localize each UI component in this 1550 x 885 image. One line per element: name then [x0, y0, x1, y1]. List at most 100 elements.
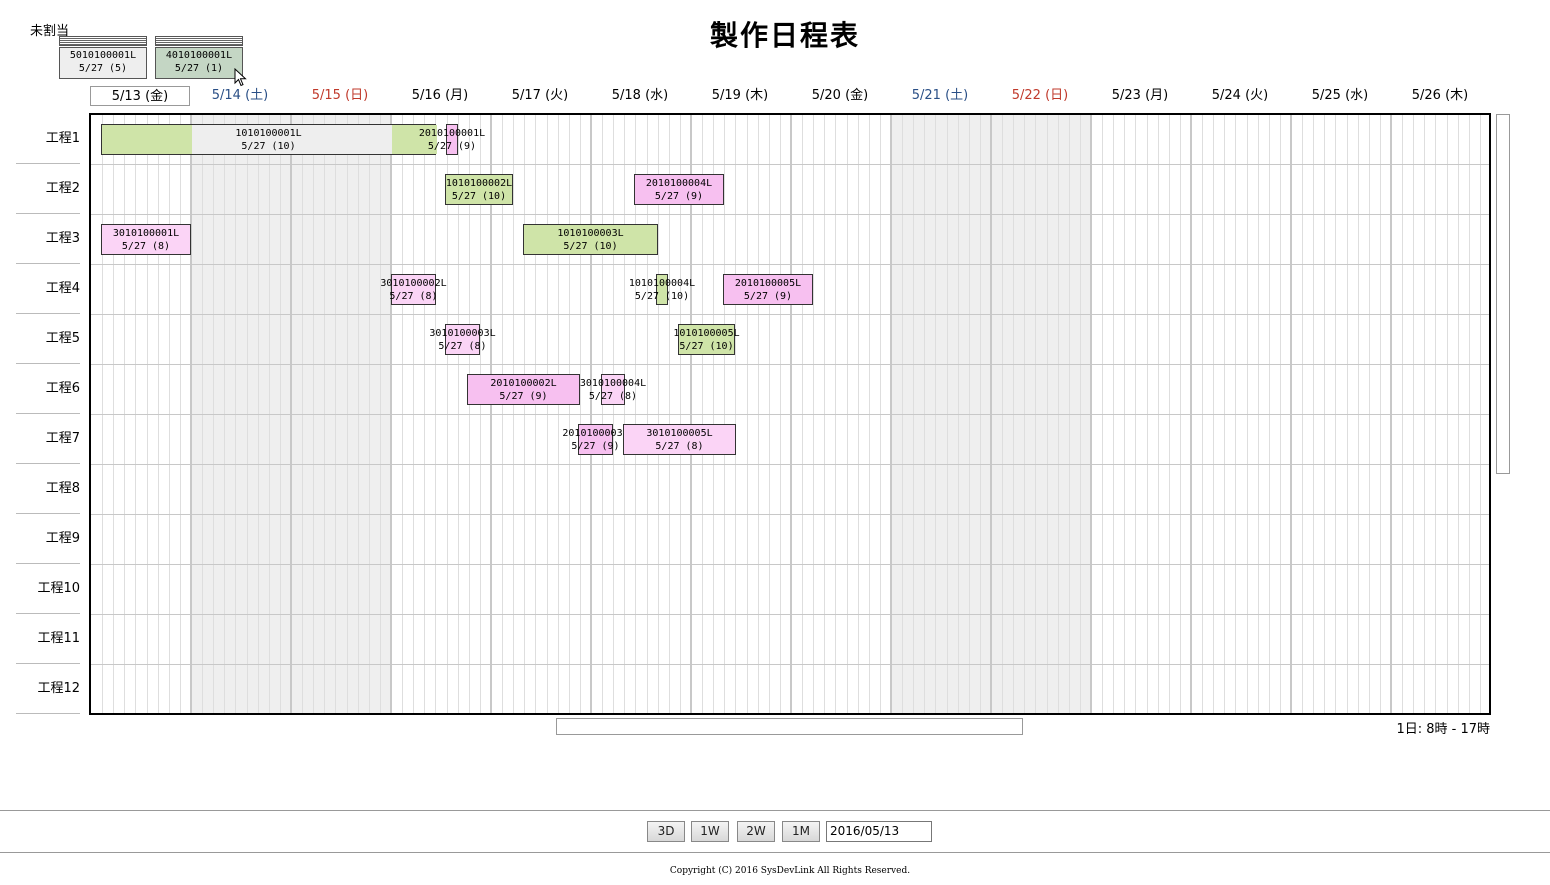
hour-gridline — [1457, 115, 1459, 713]
day-header[interactable]: 5/13 (金) — [90, 86, 190, 106]
hour-gridline — [1179, 115, 1181, 713]
job-due-date: 5/27 (9) — [571, 441, 620, 452]
hour-gridline — [1346, 115, 1348, 713]
hour-gridline — [413, 115, 415, 713]
range-3d-button[interactable]: 3D — [647, 821, 685, 842]
hour-gridline — [346, 115, 348, 713]
job-bar[interactable]: 3010100005L 5/27 (8) — [623, 424, 736, 455]
job-bar[interactable]: 2010100005L 5/27 (9) — [723, 274, 813, 305]
day-header[interactable]: 5/19 (木) — [690, 86, 790, 106]
job-bar[interactable]: 1010100004L 5/27 (10) — [629, 274, 695, 305]
job-bar[interactable]: 1010100005L 5/27 (10) — [673, 324, 740, 355]
process-row-label: 工程1 — [16, 114, 80, 164]
day-header[interactable]: 5/14 (土) — [190, 86, 290, 106]
job-bar[interactable]: 3010100004L 5/27 (8) — [580, 374, 646, 405]
job-label: 1010100003L 5/27 (10) — [557, 227, 623, 253]
hour-gridline — [1079, 115, 1081, 713]
day-header[interactable]: 5/26 (木) — [1390, 86, 1490, 106]
job-label: 2010100003L 5/27 (9) — [562, 427, 628, 453]
hour-gridline — [857, 115, 859, 713]
hour-gridline — [1124, 115, 1126, 713]
hour-gridline — [213, 115, 215, 713]
range-1w-button[interactable]: 1W — [691, 821, 729, 842]
hour-gridline — [1235, 115, 1237, 713]
hour-gridline — [879, 115, 881, 713]
day-header[interactable]: 5/21 (土) — [890, 86, 990, 106]
job-bar[interactable]: 2010100002L 5/27 (9) — [467, 374, 580, 405]
job-due-date: 5/27 (8) — [655, 441, 704, 452]
job-id: 3010100005L — [646, 428, 713, 439]
hour-gridline — [1302, 115, 1304, 713]
day-header[interactable]: 5/23 (月) — [1090, 86, 1190, 106]
horizontal-scrollbar[interactable] — [556, 718, 1023, 735]
hour-gridline — [146, 115, 148, 713]
job-id: 2010100004L — [645, 178, 713, 189]
hour-gridline — [135, 115, 137, 713]
job-label: 3010100001L 5/27 (8) — [113, 227, 179, 253]
hour-gridline — [1446, 115, 1448, 713]
hour-gridline — [1024, 115, 1026, 713]
process-row-label: 工程6 — [16, 364, 80, 414]
hour-gridline — [835, 115, 837, 713]
hour-gridline — [468, 115, 470, 713]
job-bar[interactable]: 1010100002L 5/27 (10) — [445, 174, 513, 205]
hour-gridline — [824, 115, 826, 713]
day-header[interactable]: 5/16 (月) — [390, 86, 490, 106]
hour-gridline — [924, 115, 926, 713]
job-label: 1010100005L 5/27 (10) — [673, 327, 739, 353]
hour-gridline — [624, 115, 626, 713]
day-header[interactable]: 5/17 (火) — [490, 86, 590, 106]
day-gridline — [690, 115, 692, 713]
job-bar[interactable]: 3010100003L 5/27 (8) — [429, 324, 496, 355]
weekend-column — [991, 115, 1091, 713]
job-due-date: 5/27 (10) — [241, 141, 296, 152]
unassigned-card[interactable]: 4010100001L 5/27 (1) — [155, 47, 243, 79]
hour-gridline — [1424, 115, 1426, 713]
job-label: 3010100005L 5/27 (8) — [646, 427, 712, 453]
job-bar[interactable]: 3010100001L 5/27 (8) — [101, 224, 191, 255]
job-id: 3010100004L — [579, 378, 647, 389]
job-id: 1010100002L — [445, 178, 513, 189]
schedule-grid[interactable]: 1010100001L 5/27 (10) 2010100001L 5/27 (9) 1… — [89, 113, 1491, 715]
vertical-scrollbar[interactable] — [1496, 114, 1510, 474]
job-id: 2010100005L — [734, 278, 802, 289]
day-header[interactable]: 5/15 (日) — [290, 86, 390, 106]
hour-gridline — [1479, 115, 1481, 713]
job-bar[interactable]: 2010100001L 5/27 (9) — [419, 124, 485, 155]
day-header[interactable]: 5/25 (水) — [1290, 86, 1390, 106]
hour-gridline — [779, 115, 781, 713]
job-label: 1010100001L 5/27 (10) — [235, 127, 301, 153]
process-row-label: 工程11 — [16, 614, 80, 664]
job-bar[interactable]: 1010100001L 5/27 (10) — [101, 124, 437, 155]
job-id: 2010100001L — [418, 128, 486, 139]
day-header[interactable]: 5/20 (金) — [790, 86, 890, 106]
hour-gridline — [313, 115, 315, 713]
job-bar[interactable]: 3010100002L 5/27 (8) — [380, 274, 447, 305]
day-header[interactable]: 5/18 (水) — [590, 86, 690, 106]
job-due-date: 5/27 (10) — [451, 191, 507, 202]
toolbar-divider — [0, 810, 1550, 811]
hour-gridline — [102, 115, 104, 713]
job-bar[interactable]: 2010100003L 5/27 (9) — [562, 424, 629, 455]
job-id: 1010100005L — [673, 328, 740, 339]
process-row-label: 工程5 — [16, 314, 80, 364]
process-row-label: 工程3 — [16, 214, 80, 264]
day-header[interactable]: 5/24 (火) — [1190, 86, 1290, 106]
hour-gridline — [902, 115, 904, 713]
job-bar[interactable]: 2010100004L 5/27 (9) — [634, 174, 724, 205]
hour-gridline — [702, 115, 704, 713]
hour-gridline — [1279, 115, 1281, 713]
unassigned-card-id: 5010100001L — [69, 50, 137, 61]
hour-gridline — [568, 115, 570, 713]
hour-gridline — [735, 115, 737, 713]
job-label: 1010100004L 5/27 (10) — [629, 277, 695, 303]
hour-gridline — [1035, 115, 1037, 713]
job-bar[interactable]: 1010100003L 5/27 (10) — [523, 224, 658, 255]
row-gridline — [91, 364, 1489, 365]
range-2w-button[interactable]: 2W — [737, 821, 775, 842]
day-header[interactable]: 5/22 (日) — [990, 86, 1090, 106]
start-date-input[interactable]: 2016/05/13 — [826, 821, 932, 842]
unassigned-card[interactable]: 5010100001L 5/27 (5) — [59, 47, 147, 79]
day-gridline — [1390, 115, 1392, 713]
range-1m-button[interactable]: 1M — [782, 821, 820, 842]
